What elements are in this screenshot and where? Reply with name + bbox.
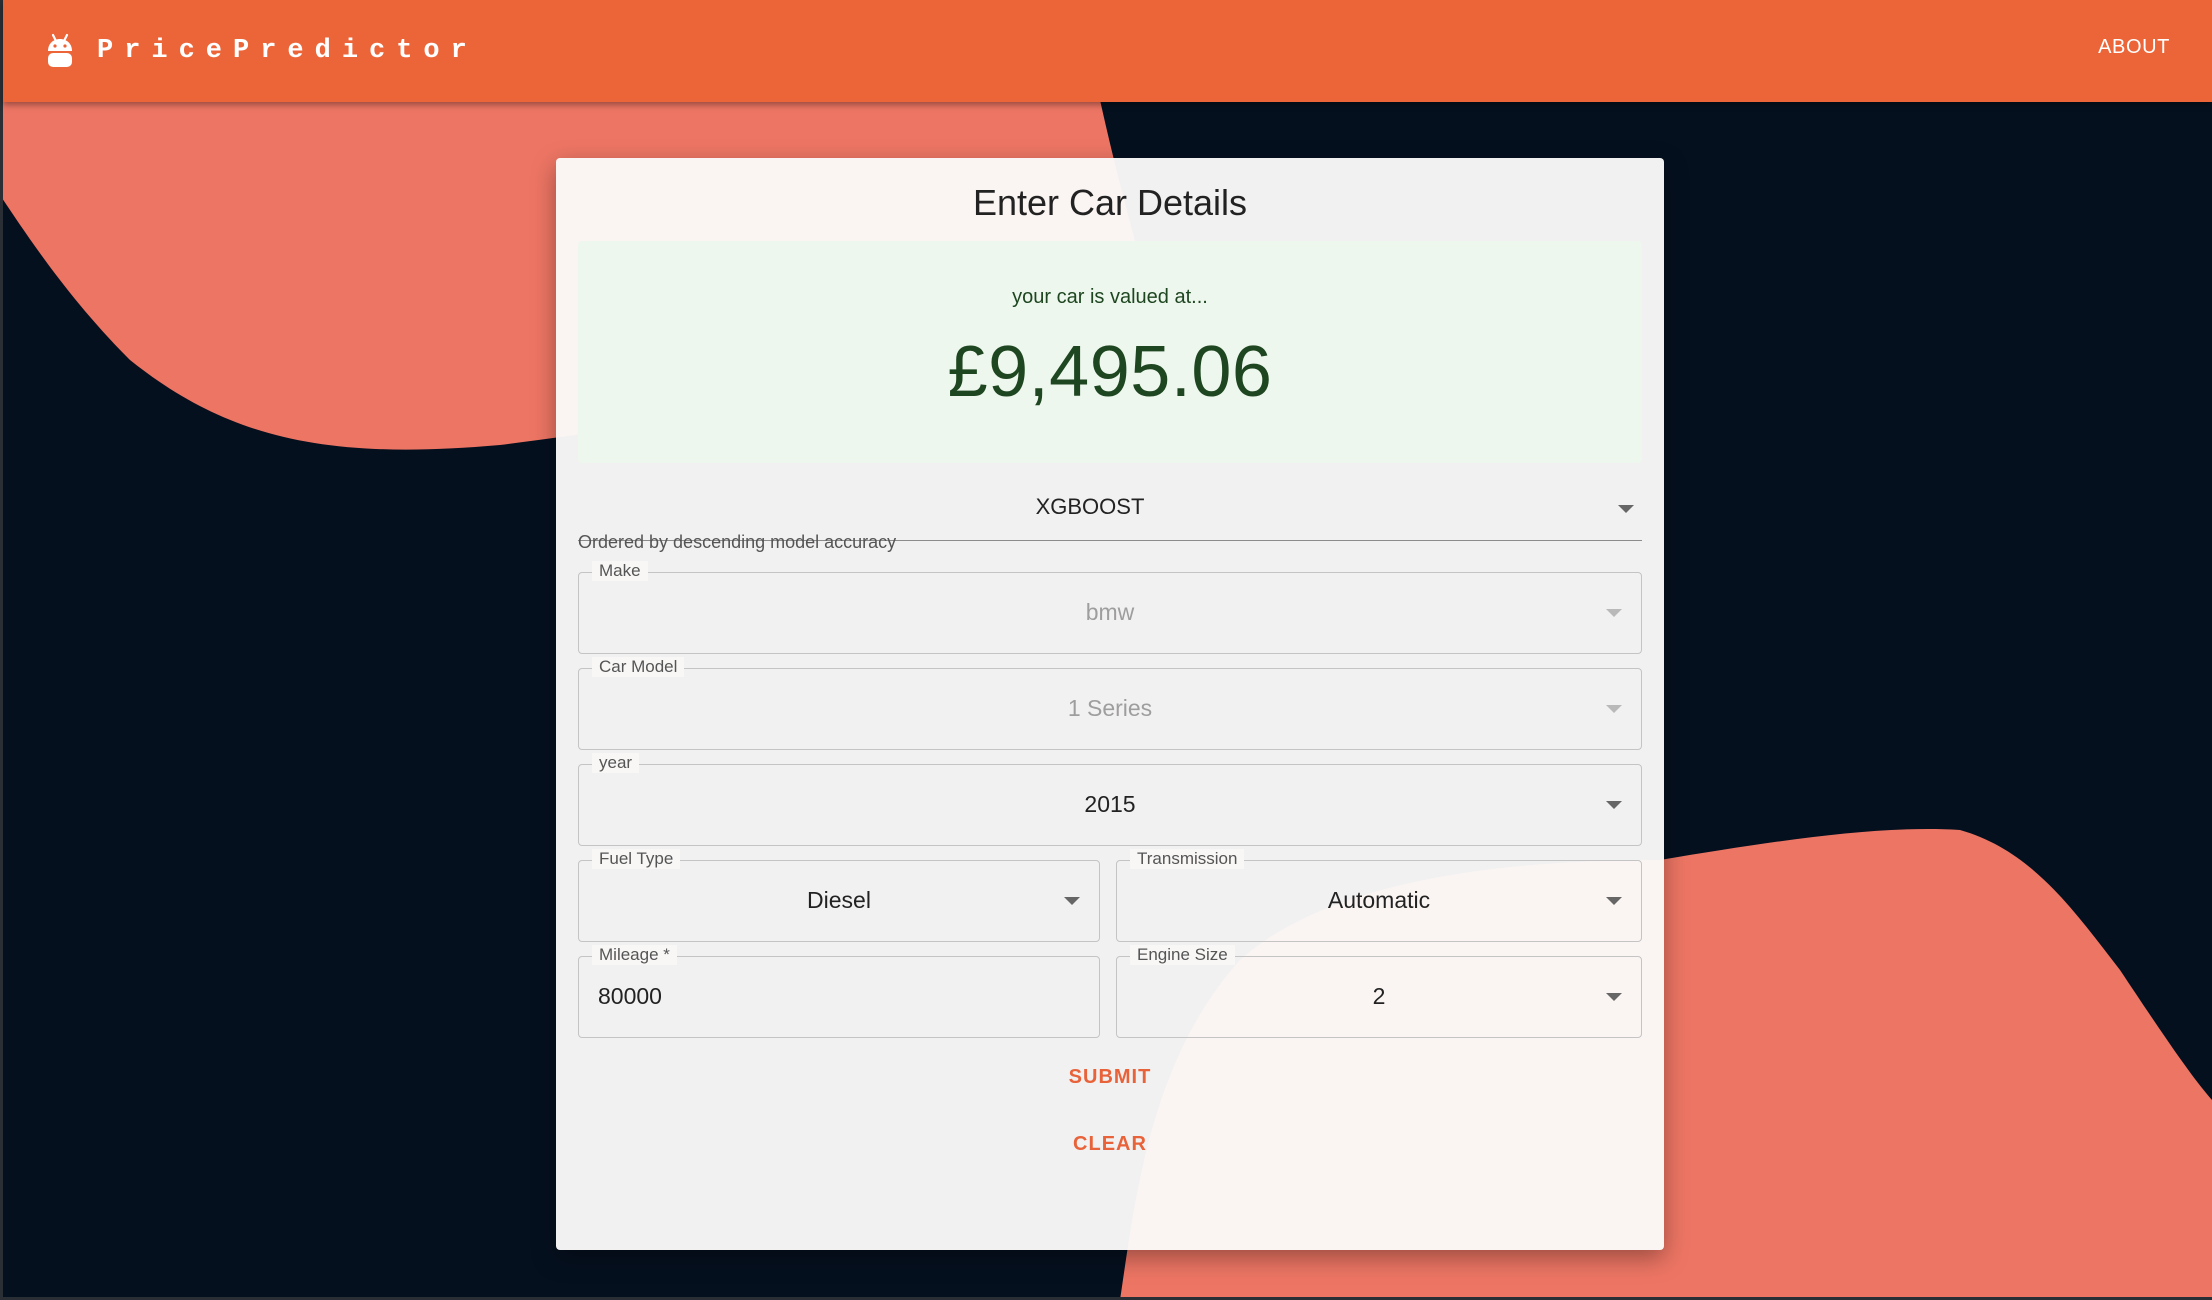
fuel-type-value: Diesel <box>807 887 871 913</box>
make-label: Make <box>592 561 648 581</box>
year-select[interactable]: year 2015 <box>578 753 1642 846</box>
android-robot-icon <box>48 33 72 67</box>
mileage-label: Mileage * <box>592 945 677 965</box>
caret-down-icon <box>1606 801 1622 809</box>
engine-size-label: Engine Size <box>1130 945 1235 965</box>
app-bar: PricePredictor ABOUT <box>3 0 2212 102</box>
ml-model-value: XGBOOST <box>1035 494 1145 519</box>
valuation-amount: £9,495.06 <box>947 332 1273 412</box>
make-select[interactable]: Make bmw <box>578 561 1642 654</box>
make-value: bmw <box>1085 599 1135 625</box>
valuation-label: your car is valued at... <box>1012 286 1208 308</box>
engine-size-value: 2 <box>1372 983 1386 1009</box>
caret-down-icon <box>1606 705 1622 713</box>
mileage-value[interactable]: 80000 <box>598 983 1100 1010</box>
fuel-type-select[interactable]: Fuel Type Diesel <box>578 849 1100 942</box>
caret-down-icon <box>1606 897 1622 905</box>
submit-button[interactable]: SUBMIT <box>556 1066 1664 1089</box>
valuation-result-box: your car is valued at... £9,495.06 <box>578 241 1642 463</box>
engine-size-select[interactable]: Engine Size 2 <box>1116 945 1642 1038</box>
car-details-card: Enter Car Details your car is valued at.… <box>556 158 1664 1250</box>
year-label: year <box>592 753 640 773</box>
transmission-value: Automatic <box>1327 887 1431 913</box>
year-value: 2015 <box>1084 791 1136 817</box>
card-title: Enter Car Details <box>972 182 1248 223</box>
model-helper-text: Ordered by descending model accuracy <box>578 532 897 552</box>
car-model-value: 1 Series <box>1067 695 1153 721</box>
caret-down-icon <box>1606 609 1622 617</box>
mileage-input[interactable]: Mileage * 80000 <box>578 945 1100 1038</box>
car-model-select[interactable]: Car Model 1 Series <box>578 657 1642 750</box>
about-link[interactable]: ABOUT <box>2098 36 2170 59</box>
caret-down-icon <box>1618 505 1634 513</box>
fuel-type-label: Fuel Type <box>592 849 681 869</box>
caret-down-icon <box>1606 993 1622 1001</box>
brand-name: PricePredictor <box>97 36 478 66</box>
caret-down-icon <box>1064 897 1080 905</box>
transmission-label: Transmission <box>1130 849 1245 869</box>
brand[interactable]: PricePredictor <box>45 30 478 72</box>
app-window: PricePredictor ABOUT Enter Car Details y… <box>0 0 2212 1300</box>
clear-button[interactable]: CLEAR <box>556 1133 1664 1156</box>
car-model-label: Car Model <box>592 657 685 677</box>
transmission-select[interactable]: Transmission Automatic <box>1116 849 1642 942</box>
